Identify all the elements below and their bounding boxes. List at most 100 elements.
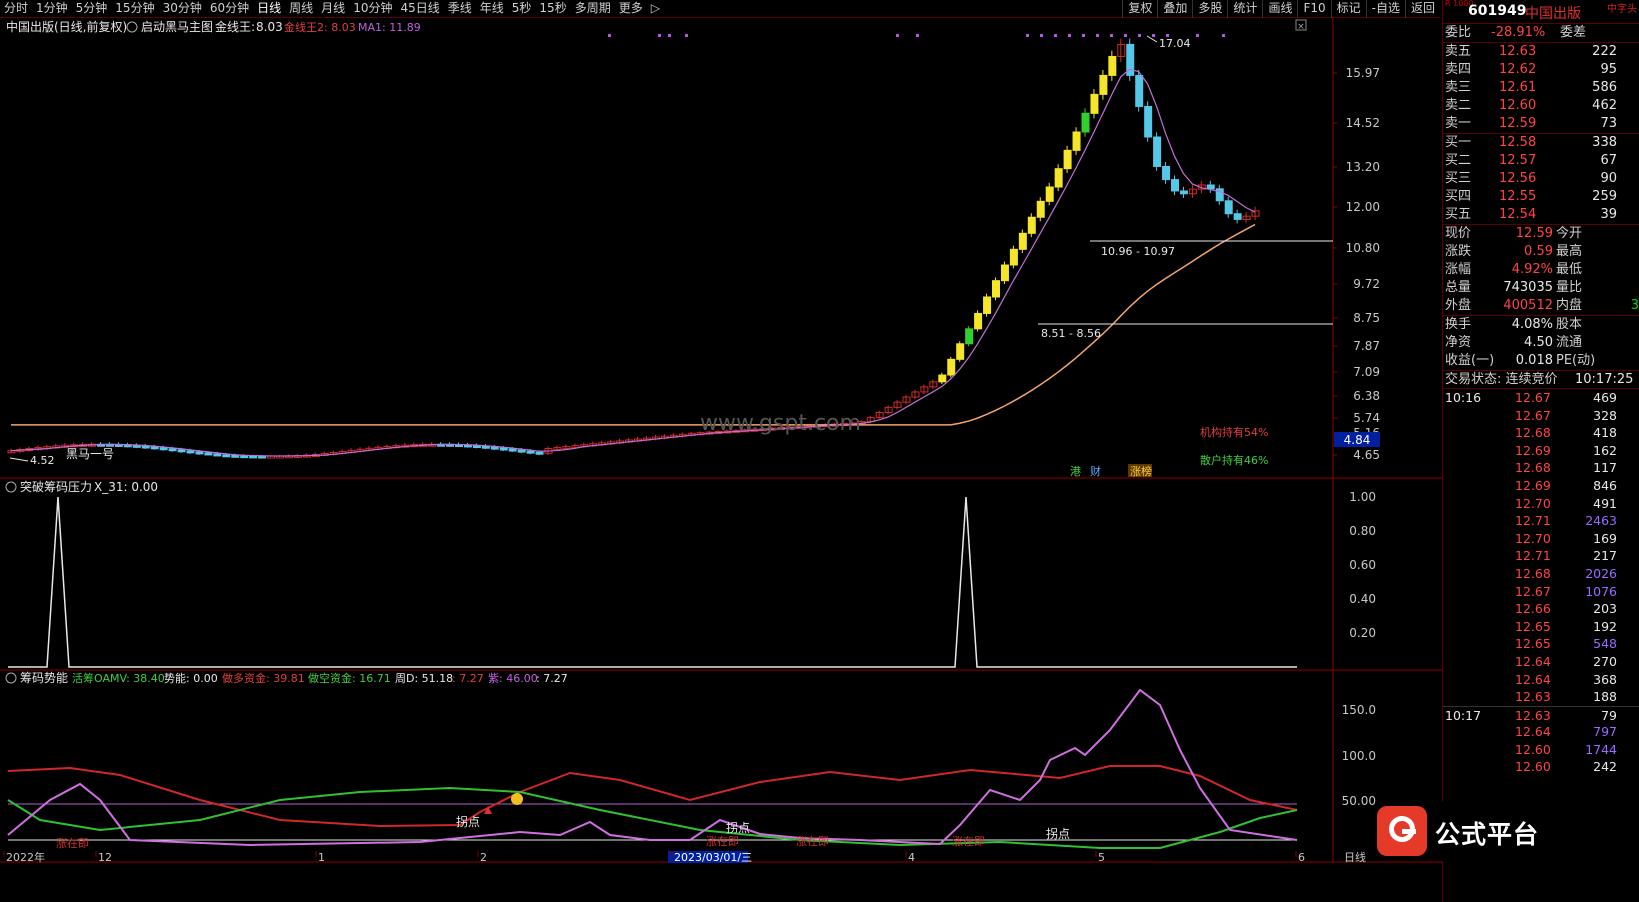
signal-dot [916, 34, 919, 37]
ma1-value: MA1: 11.89 [358, 21, 421, 34]
candle-body [526, 450, 535, 454]
quote-row: 卖一 12.59 73 [1443, 115, 1639, 133]
tick-row: 12.64 270 [1443, 653, 1639, 671]
bid-label: 买四 [1445, 189, 1472, 204]
more-arrow-icon[interactable]: ▷ [647, 0, 664, 18]
yaxis-label: 6.38 [1353, 389, 1380, 403]
ask-price: 12.60 [1499, 98, 1537, 113]
period-tab[interactable]: 5分钟 [72, 0, 112, 18]
stat-label: 涨幅 [1445, 262, 1472, 277]
xaxis-label: 6 [1298, 851, 1305, 864]
period-tab[interactable]: 月线 [317, 0, 349, 18]
trade-status-row: 交易状态: 连续竞价 10:17:25 [1443, 370, 1639, 388]
quote-row: 买四 12.55 259 [1443, 188, 1639, 206]
retail-hold: 散户持有46% [1200, 453, 1268, 467]
ask-volume: 462 [1592, 98, 1617, 113]
candle-body [195, 451, 204, 455]
toolbar-button[interactable]: 叠加 [1157, 0, 1192, 18]
stock-code[interactable]: 601949 [1468, 3, 1526, 19]
quote-panel: R 1000 601949 中国出版 中字头 委比 -28.91% 委差 卖五 1… [1442, 0, 1639, 902]
quote-row: 收益(一) 0.018 PE(动) [1443, 352, 1639, 370]
quote-row: 买一 12.58 338 [1443, 134, 1639, 152]
tick-volume: 242 [1593, 759, 1617, 775]
tick-row: 12.70 169 [1443, 530, 1639, 548]
period-tab[interactable]: 10分钟 [349, 0, 396, 18]
tool-buttons: 复权 叠加 多股 统计 画线 F10 标记 -自选 返回 [1122, 0, 1440, 18]
bid-price: 12.56 [1499, 171, 1537, 186]
bid-label: 买五 [1445, 207, 1472, 222]
bid-price: 12.55 [1499, 189, 1537, 204]
signal-dot [658, 34, 661, 37]
stock-name[interactable]: 中国出版 [1525, 3, 1581, 23]
quote-row: 外盘 400512 内盘 3 [1443, 297, 1639, 315]
kline-chart[interactable]: ×15.9714.5213.2012.0010.809.728.757.877.… [0, 0, 1442, 902]
yaxis-label: 7.09 [1353, 365, 1380, 379]
stats-section-1: 现价 12.59 今开 涨跌 0.59 最高 涨幅 4.92% 最低 总量 743035 量比 外盘 40… [1443, 224, 1639, 315]
signal-dot [1124, 34, 1127, 37]
period-tab[interactable]: 周线 [285, 0, 317, 18]
tick-price: 12.67 [1515, 583, 1551, 599]
candle-body [1099, 74, 1108, 95]
toolbar-button[interactable]: 画线 [1262, 0, 1297, 18]
period-tab[interactable]: 1分钟 [32, 0, 72, 18]
yaxis-label: 14.52 [1346, 116, 1380, 130]
mid-yaxis-label: 1.00 [1349, 490, 1376, 504]
period-tab[interactable]: 分时 [0, 0, 32, 18]
period-tab[interactable]: 30分钟 [159, 0, 206, 18]
yaxis-label: 13.20 [1346, 160, 1380, 174]
quote-row: 买二 12.57 67 [1443, 152, 1639, 170]
tick-row: 12.65 548 [1443, 635, 1639, 653]
tick-price: 12.71 [1515, 548, 1551, 564]
candle-body [1045, 186, 1054, 202]
period-tab[interactable]: 15分钟 [111, 0, 158, 18]
period-tab[interactable]: 多周期 [571, 0, 615, 18]
candle-body [1171, 179, 1179, 192]
tick-list[interactable]: 10:16 12.67 469 12.67 328 12.68 418 12.69 162 12.… [1443, 388, 1639, 776]
signal-dot [1196, 34, 1199, 37]
signal-dot [608, 34, 611, 37]
period-tab[interactable]: 日线 [253, 0, 285, 18]
signal-dot [1096, 34, 1099, 37]
period-tab[interactable]: 45日线 [396, 0, 443, 18]
ask-label: 卖一 [1445, 116, 1472, 131]
toolbar-button[interactable]: 统计 [1227, 0, 1262, 18]
bottom-title: 筹码势能 [20, 671, 68, 685]
period-tab[interactable]: 15秒 [535, 0, 570, 18]
candle-body [1009, 248, 1018, 266]
quote-row: 卖四 12.62 95 [1443, 61, 1639, 79]
trade-status: 交易状态: 连续竞价 [1445, 372, 1558, 387]
zhangting-label: 涨在即 [706, 835, 739, 848]
mid-yaxis-label: 0.40 [1349, 592, 1376, 606]
toolbar-button[interactable]: F10 [1297, 0, 1330, 18]
stat-value: 400512 [1503, 298, 1553, 313]
gold-label: 金线王: [215, 19, 255, 34]
chart-background [0, 0, 1442, 902]
stat-value: 743035 [1503, 280, 1553, 295]
tick-price: 12.68 [1515, 460, 1551, 476]
tick-price: 12.70 [1515, 495, 1551, 511]
tick-price: 12.60 [1515, 759, 1551, 775]
signal-dot [685, 34, 688, 37]
period-tab[interactable]: 5秒 [508, 0, 536, 18]
period-tab[interactable]: 60分钟 [206, 0, 253, 18]
signal-dot [1082, 34, 1085, 37]
tick-row: 12.63 188 [1443, 688, 1639, 706]
candle-body [1224, 200, 1233, 215]
period-tab[interactable]: 季线 [444, 0, 476, 18]
toolbar-button[interactable]: 标记 [1330, 0, 1366, 18]
toolbar-button[interactable]: 多股 [1192, 0, 1227, 18]
toolbar-button[interactable]: 复权 [1122, 0, 1157, 18]
candle-body [983, 296, 992, 314]
bid-volume: 259 [1592, 189, 1617, 204]
tick-price: 12.66 [1515, 601, 1551, 617]
candle-body [1018, 232, 1027, 250]
ask-label: 卖四 [1445, 62, 1472, 77]
period-tab[interactable]: 年线 [476, 0, 508, 18]
bottom-yaxis-label: 100.0 [1342, 749, 1376, 763]
tick-row: 12.71 217 [1443, 547, 1639, 565]
toolbar-button[interactable]: 返回 [1404, 0, 1440, 18]
toolbar-button[interactable]: -自选 [1365, 0, 1405, 18]
low-label: 4.52 [30, 454, 55, 467]
period-tab[interactable]: 更多 [615, 0, 647, 18]
tick-price: 12.70 [1515, 530, 1551, 546]
